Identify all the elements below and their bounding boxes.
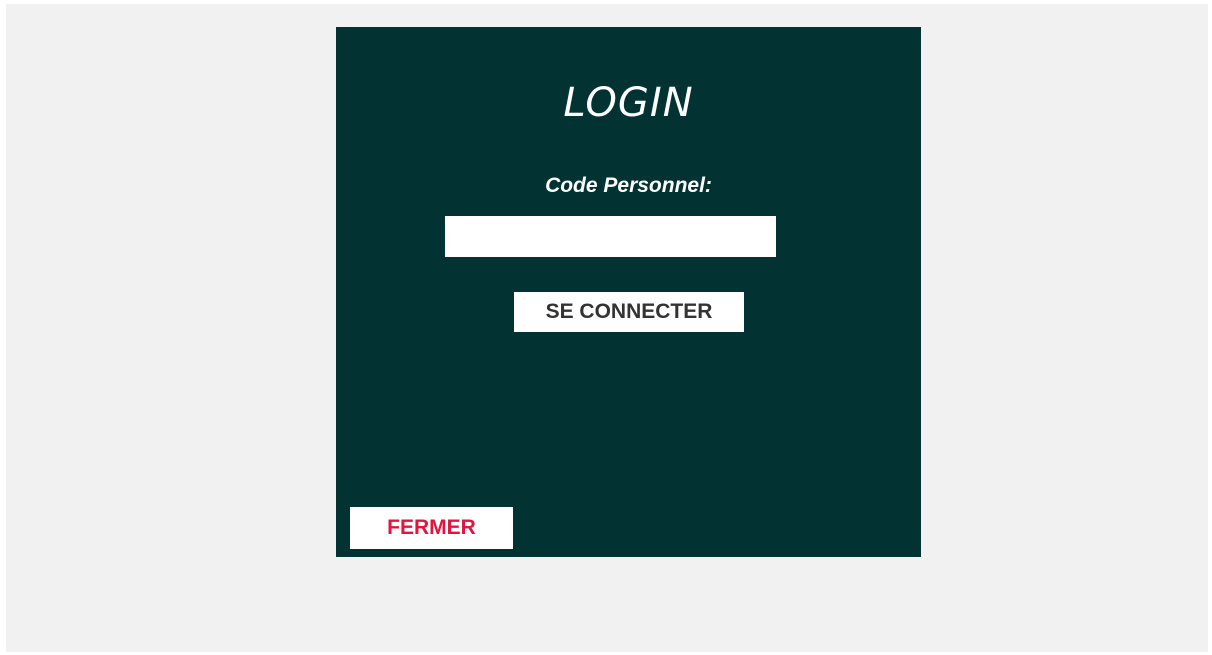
fermer-button[interactable]: FERMER bbox=[350, 507, 513, 549]
code-personnel-label: Code Personnel: bbox=[545, 174, 712, 197]
code-personnel-input[interactable] bbox=[445, 216, 776, 257]
login-panel: LOGIN Code Personnel: SE CONNECTER FERME… bbox=[336, 27, 921, 557]
se-connecter-button[interactable]: SE CONNECTER bbox=[514, 292, 744, 332]
page-background: LOGIN Code Personnel: SE CONNECTER FERME… bbox=[6, 4, 1208, 652]
login-title: LOGIN bbox=[563, 80, 694, 126]
